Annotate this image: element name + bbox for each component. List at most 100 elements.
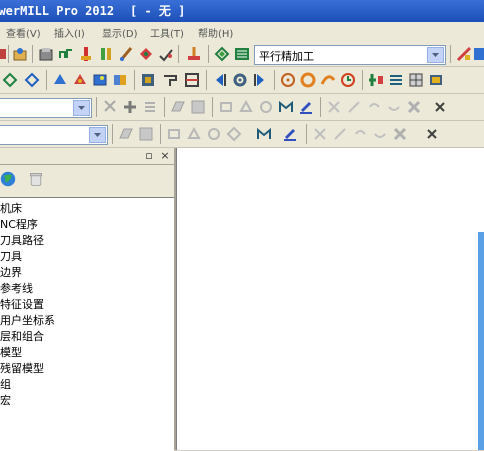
undo-icon[interactable] [366, 99, 382, 115]
material-view-icon[interactable] [112, 72, 128, 88]
layers-icon[interactable] [388, 72, 404, 88]
pattern-icon[interactable] [24, 72, 40, 88]
tool-database-icon[interactable] [118, 46, 134, 62]
start-point-icon[interactable] [158, 46, 174, 62]
wireframe-view-icon[interactable] [92, 72, 108, 88]
calculate-icon[interactable] [456, 46, 472, 62]
color-view-icon[interactable] [72, 72, 88, 88]
close-icon[interactable] [432, 99, 448, 115]
tree-item-tools[interactable]: 刀具 [0, 248, 22, 264]
tree-item-groups[interactable]: 组 [0, 376, 11, 392]
add-feature-icon[interactable] [368, 72, 384, 88]
tree-item-patterns[interactable]: 参考线 [0, 280, 33, 296]
delete-icon[interactable] [326, 99, 342, 115]
redo-icon[interactable] [386, 99, 402, 115]
clear-icon[interactable] [392, 126, 408, 142]
tree-item-feature-sets[interactable]: 特征设置 [0, 296, 44, 312]
curve-edit-icon[interactable] [256, 126, 272, 142]
shape-1-icon[interactable] [166, 126, 182, 142]
chevron-down-icon[interactable] [89, 127, 106, 143]
menu-tools[interactable]: 工具(T) [150, 25, 184, 40]
strategy-value: 平行精加工 [259, 50, 314, 63]
toolpath-verify-icon[interactable] [186, 46, 202, 62]
strategy-list-icon[interactable] [234, 46, 250, 62]
curve-edit-icon[interactable] [278, 99, 294, 115]
tree-item-workplanes[interactable]: 用户坐标系 [0, 312, 55, 328]
save-icon[interactable] [138, 126, 154, 142]
graphics-viewport[interactable] [176, 148, 484, 450]
workplane-icon[interactable] [2, 72, 18, 88]
delete-icon[interactable] [312, 126, 328, 142]
close-icon[interactable] [424, 126, 440, 142]
tree-item-models[interactable]: 模型 [0, 344, 22, 360]
undo-icon[interactable] [352, 126, 368, 142]
close-icon[interactable]: × [158, 149, 172, 163]
viewport-scrollbar[interactable] [478, 232, 484, 450]
strategy-combo[interactable]: 平行精加工 [254, 45, 446, 65]
restore-icon[interactable]: ▫ [142, 149, 156, 163]
boundary-3-icon[interactable] [258, 99, 274, 115]
tree-item-machine[interactable]: 机床 [0, 200, 22, 216]
trash-icon[interactable] [28, 171, 48, 191]
menu-display[interactable]: 显示(D) [102, 25, 138, 40]
shape-4-icon[interactable] [226, 126, 242, 142]
list-icon[interactable] [142, 99, 158, 115]
menu-bar: 查看(V) 插入(I) 显示(D) 工具(T) 帮助(H) [0, 22, 484, 42]
edit-combo[interactable] [0, 125, 108, 145]
circle-icon[interactable] [300, 72, 316, 88]
feed-rate-icon[interactable] [78, 46, 94, 62]
move-icon[interactable] [122, 99, 138, 115]
shape-3-icon[interactable] [206, 126, 222, 142]
tool-icon[interactable] [98, 46, 114, 62]
edit-toolbar [0, 121, 484, 148]
selection-toolbar [0, 94, 484, 121]
globe-icon[interactable] [0, 171, 20, 191]
rapid-move-icon[interactable] [58, 46, 74, 62]
model-grid-icon[interactable] [408, 72, 424, 88]
trim-icon[interactable] [332, 126, 348, 142]
edit-pen-icon[interactable] [282, 126, 298, 142]
point-icon[interactable] [280, 72, 296, 88]
library-icon[interactable] [428, 72, 444, 88]
step-forward-icon[interactable] [252, 72, 268, 88]
menu-help[interactable]: 帮助(H) [198, 25, 233, 40]
trim-icon[interactable] [346, 99, 362, 115]
gear-icon[interactable] [232, 72, 248, 88]
strategy-icon[interactable] [214, 46, 230, 62]
measure-icon[interactable] [162, 72, 178, 88]
tree-item-macros[interactable]: 宏 [0, 392, 11, 408]
chevron-down-icon[interactable] [427, 47, 444, 63]
block-icon[interactable] [38, 46, 54, 62]
redo-icon[interactable] [372, 126, 388, 142]
tree-item-nc-program[interactable]: NC程序 [0, 216, 38, 232]
explorer-tree: 机床 NC程序 刀具路径 刀具 边界 参考线 特征设置 用户坐标系 层和组合 模… [0, 197, 174, 451]
machine-view-icon[interactable] [140, 72, 156, 88]
tree-item-stock-models[interactable]: 残留模型 [0, 360, 44, 376]
clock-icon[interactable] [340, 72, 356, 88]
document-name: [ - 无 ] [130, 4, 186, 18]
open-model-icon[interactable] [12, 46, 28, 62]
open-file-icon[interactable] [118, 126, 134, 142]
save-icon[interactable] [190, 99, 206, 115]
settings-icon[interactable] [474, 46, 484, 62]
chevron-down-icon[interactable] [73, 100, 90, 116]
tree-item-toolpaths[interactable]: 刀具路径 [0, 232, 44, 248]
boundary-2-icon[interactable] [238, 99, 254, 115]
clear-icon[interactable] [406, 99, 422, 115]
tree-item-boundaries[interactable]: 边界 [0, 264, 22, 280]
explorer-header: ▫ × [0, 148, 174, 165]
select-icon[interactable] [102, 99, 118, 115]
shaded-view-icon[interactable] [52, 72, 68, 88]
grid-icon[interactable] [184, 72, 200, 88]
edit-pen-icon[interactable] [298, 99, 314, 115]
tree-item-levels[interactable]: 层和组合 [0, 328, 44, 344]
selection-combo[interactable] [0, 98, 92, 118]
open-file-icon[interactable] [170, 99, 186, 115]
arc-icon[interactable] [320, 72, 336, 88]
boundary-1-icon[interactable] [218, 99, 234, 115]
step-back-icon[interactable] [212, 72, 228, 88]
menu-view[interactable]: 查看(V) [6, 25, 41, 40]
shape-2-icon[interactable] [186, 126, 202, 142]
menu-insert[interactable]: 插入(I) [54, 25, 85, 40]
leads-links-icon[interactable] [138, 46, 154, 62]
